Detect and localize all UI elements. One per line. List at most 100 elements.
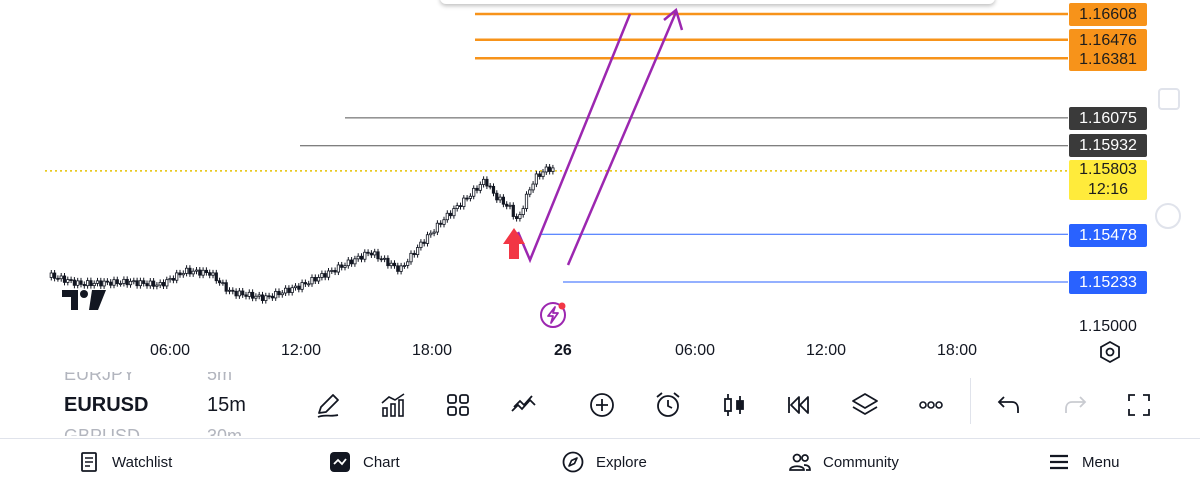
indicators-icon[interactable] — [376, 388, 410, 422]
candle-body — [534, 173, 539, 185]
candle-body — [343, 265, 347, 268]
templates-icon[interactable] — [441, 388, 475, 422]
candle-body — [158, 282, 162, 286]
candle-body — [99, 280, 103, 287]
pencil-icon[interactable] — [311, 388, 345, 422]
nav-menu[interactable]: Menu — [1048, 451, 1120, 473]
symbol-switcher[interactable]: EURJPY 5m EURUSD 15m GBPUSD 30m — [50, 372, 290, 436]
candle-body — [293, 285, 298, 289]
candle-body — [330, 270, 334, 272]
candle-body — [66, 279, 70, 283]
redo-icon[interactable] — [1058, 388, 1092, 422]
candle-body — [501, 196, 506, 205]
candle-body — [310, 277, 314, 285]
candle-body — [155, 284, 159, 287]
candle-body — [452, 208, 456, 217]
candle-body — [125, 278, 129, 286]
price-tag-support-1: 1.15478 — [1069, 224, 1147, 247]
time-label-day: 26 — [554, 342, 572, 359]
candle-body — [323, 273, 327, 278]
candle-body — [254, 295, 258, 299]
alarm-icon[interactable] — [651, 388, 685, 422]
candle-body — [445, 212, 449, 221]
candle-body — [300, 282, 304, 290]
candle-body — [241, 290, 245, 296]
candle-body — [363, 251, 367, 260]
candle-body — [458, 205, 463, 208]
candle-body — [297, 285, 301, 290]
add-icon[interactable] — [585, 388, 619, 422]
nav-explore[interactable]: Explore — [562, 451, 647, 473]
candle-body — [320, 273, 324, 278]
chart-settings-icon[interactable] — [1098, 340, 1122, 364]
undo-icon[interactable] — [992, 388, 1026, 422]
candle-body — [505, 203, 509, 207]
current-price-tag: 1.15803 12:16 — [1069, 160, 1147, 200]
chart-icon — [330, 452, 350, 472]
candle-body — [353, 258, 357, 265]
price-tag-level-2: 1.15932 — [1069, 134, 1147, 157]
candle-body — [551, 167, 555, 172]
drawing-tools-icon[interactable] — [507, 388, 541, 422]
candle-body — [402, 265, 407, 267]
candle-body — [244, 294, 248, 297]
candle-body — [188, 267, 192, 275]
more-icon[interactable] — [914, 388, 948, 422]
candle-body — [425, 234, 430, 244]
nav-community[interactable]: Community — [789, 451, 899, 473]
flash-alert-icon[interactable] — [538, 300, 568, 330]
candle-body — [508, 204, 512, 207]
candle-body — [224, 282, 228, 292]
candle-body — [234, 290, 238, 297]
candle-body — [59, 275, 63, 280]
price-tag-level-1: 1.16075 — [1069, 107, 1147, 130]
candle-type-icon[interactable] — [717, 388, 751, 422]
symbol-name: EURJPY — [64, 372, 136, 384]
candle-body — [485, 178, 489, 187]
side-scroll-button[interactable] — [1155, 203, 1181, 229]
candle-body — [92, 282, 96, 287]
time-label: 18:00 — [412, 342, 453, 359]
nav-watchlist[interactable]: Watchlist — [78, 451, 172, 473]
symbol-row-next[interactable]: GBPUSD 30m — [64, 426, 242, 436]
candle-body — [237, 290, 241, 297]
symbol-name: GBPUSD — [64, 426, 141, 436]
candle-body — [442, 219, 446, 225]
time-label: 12:00 — [281, 342, 322, 359]
candle-body — [56, 277, 60, 280]
replay-icon[interactable] — [782, 388, 816, 422]
chart-canvas[interactable] — [0, 0, 1200, 370]
candle-body — [521, 208, 525, 216]
fullscreen-icon[interactable] — [1122, 388, 1156, 422]
price-tag-resistance-3: 1.16381 — [1069, 48, 1147, 71]
candle-body — [478, 184, 482, 191]
toolbar-divider — [970, 378, 971, 424]
symbol-row-prev[interactable]: EURJPY 5m — [64, 372, 232, 385]
candle-body — [208, 272, 212, 276]
candle-body — [277, 291, 281, 296]
candle-body — [260, 294, 265, 301]
candle-body — [518, 214, 522, 219]
nav-chart[interactable]: Chart — [329, 451, 400, 473]
layers-icon[interactable] — [848, 388, 882, 422]
candle-body — [419, 241, 423, 248]
candle-body — [396, 265, 400, 272]
candle-body — [79, 280, 83, 285]
candle-body — [307, 283, 311, 286]
candle-body — [369, 252, 374, 256]
chart-area[interactable]: 1.16608 1.16476 1.16381 1.16075 1.15932 … — [0, 0, 1200, 370]
candle-body — [541, 171, 545, 177]
candle-body — [359, 255, 364, 260]
symbol-row-active[interactable]: EURUSD 15m — [64, 394, 246, 417]
candle-body — [115, 279, 119, 285]
candle-body — [316, 277, 321, 282]
candle-body — [86, 280, 90, 287]
candle-body — [283, 287, 288, 294]
side-panel-handle[interactable] — [1158, 88, 1180, 110]
candle-body — [257, 294, 261, 297]
candle-body — [217, 280, 222, 284]
candle-body — [313, 277, 317, 282]
candle-body — [366, 251, 370, 254]
nav-label: Community — [823, 453, 899, 471]
red-up-arrow — [503, 228, 525, 259]
